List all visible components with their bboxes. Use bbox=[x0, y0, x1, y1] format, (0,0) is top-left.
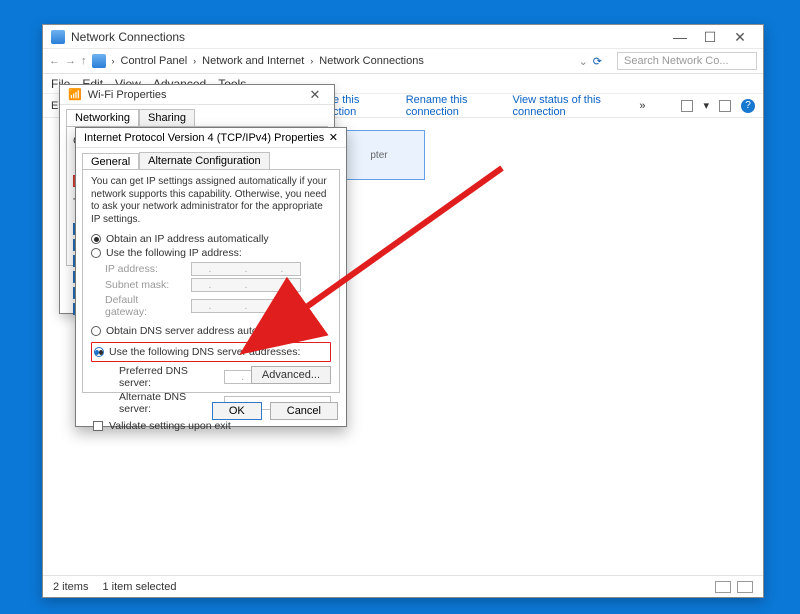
status-item-count: 2 items bbox=[53, 581, 88, 593]
radio-icon bbox=[94, 347, 104, 357]
radio-obtain-ip-auto[interactable]: Obtain an IP address automatically bbox=[91, 232, 331, 246]
dropdown-icon[interactable]: ⌄ bbox=[579, 55, 588, 68]
window-title: Network Connections bbox=[71, 30, 659, 44]
radio-use-ip-manual[interactable]: Use the following IP address: bbox=[91, 246, 331, 260]
cancel-button[interactable]: Cancel bbox=[270, 402, 338, 420]
wifi-tabs: Networking Sharing bbox=[60, 105, 334, 126]
status-bar: 2 items 1 item selected bbox=[43, 575, 763, 597]
search-input[interactable]: Search Network Co... bbox=[617, 52, 757, 70]
subnet-mask-label: Subnet mask: bbox=[105, 279, 183, 291]
checkbox-icon bbox=[93, 421, 103, 431]
ipv4-titlebar[interactable]: Internet Protocol Version 4 (TCP/IPv4) P… bbox=[76, 128, 346, 148]
preferred-dns-label: Preferred DNS server: bbox=[119, 365, 216, 389]
chevron-right-icon: › bbox=[112, 56, 115, 66]
wifi-icon: 📶 bbox=[68, 88, 82, 101]
close-icon[interactable]: ✕ bbox=[304, 87, 326, 103]
maximize-button[interactable]: ☐ bbox=[695, 27, 725, 47]
ipv4-dialog-title: Internet Protocol Version 4 (TCP/IPv4) P… bbox=[84, 132, 329, 144]
tab-sharing[interactable]: Sharing bbox=[139, 109, 195, 126]
radio-use-dns-manual[interactable]: Use the following DNS server addresses: bbox=[94, 345, 328, 359]
chevron-right-icon: › bbox=[193, 56, 196, 66]
default-gateway-input: ... bbox=[191, 299, 301, 313]
ipv4-properties-dialog: Internet Protocol Version 4 (TCP/IPv4) P… bbox=[75, 127, 347, 427]
ip-address-input: ... bbox=[191, 262, 301, 276]
explorer-titlebar[interactable]: Network Connections — ☐ ✕ bbox=[43, 25, 763, 49]
radio-obtain-dns-auto[interactable]: Obtain DNS server address automatically bbox=[91, 324, 331, 338]
radio-icon bbox=[91, 234, 101, 244]
wifi-dialog-title: Wi-Fi Properties bbox=[88, 89, 298, 101]
tab-networking[interactable]: Networking bbox=[66, 109, 139, 126]
radio-icon bbox=[91, 326, 101, 336]
default-gateway-label: Default gateway: bbox=[105, 294, 183, 318]
large-icons-view-icon[interactable] bbox=[737, 581, 753, 593]
dns-manual-highlight: Use the following DNS server addresses: bbox=[91, 342, 331, 362]
subnet-mask-input: ... bbox=[191, 278, 301, 292]
search-placeholder: Search Network Co... bbox=[624, 55, 729, 67]
ipv4-description: You can get IP settings assigned automat… bbox=[91, 176, 331, 226]
breadcrumb-item[interactable]: Control Panel bbox=[121, 55, 188, 67]
breadcrumb-item[interactable]: Network and Internet bbox=[202, 55, 304, 67]
chevron-right-icon: › bbox=[310, 56, 313, 66]
nav-up-icon[interactable]: ↑ bbox=[81, 55, 87, 67]
address-bar-row: ← → ↑ › Control Panel › Network and Inte… bbox=[43, 49, 763, 74]
tab-general[interactable]: General bbox=[82, 153, 139, 170]
close-icon[interactable]: ✕ bbox=[329, 131, 338, 144]
status-selection: 1 item selected bbox=[102, 581, 176, 593]
wifi-titlebar[interactable]: 📶 Wi-Fi Properties ✕ bbox=[60, 85, 334, 105]
refresh-icon[interactable]: ⟳ bbox=[593, 55, 602, 68]
radio-icon bbox=[91, 248, 101, 258]
ip-address-label: IP address: bbox=[105, 263, 183, 275]
details-view-icon[interactable] bbox=[715, 581, 731, 593]
view-status-link[interactable]: View status of this connection bbox=[512, 94, 621, 118]
tab-alternate-configuration[interactable]: Alternate Configuration bbox=[139, 152, 270, 169]
control-panel-icon bbox=[92, 54, 106, 68]
view-options-icon[interactable] bbox=[681, 100, 693, 112]
ok-button[interactable]: OK bbox=[212, 402, 262, 420]
overflow-icon[interactable]: » bbox=[639, 100, 645, 112]
nav-back-icon[interactable]: ← bbox=[49, 55, 60, 67]
help-icon[interactable]: ? bbox=[741, 99, 755, 113]
nav-forward-icon[interactable]: → bbox=[65, 55, 76, 67]
close-button[interactable]: ✕ bbox=[725, 27, 755, 47]
breadcrumb-item[interactable]: Network Connections bbox=[319, 55, 424, 67]
ipv4-tabs: General Alternate Configuration bbox=[76, 148, 346, 169]
preview-pane-icon[interactable] bbox=[719, 100, 731, 112]
network-connections-icon bbox=[51, 30, 65, 44]
advanced-button[interactable]: Advanced... bbox=[251, 366, 331, 384]
ipv4-tab-panel: You can get IP settings assigned automat… bbox=[82, 169, 340, 393]
rename-connection-link[interactable]: Rename this connection bbox=[406, 94, 495, 118]
address-bar[interactable]: › Control Panel › Network and Internet ›… bbox=[92, 54, 574, 68]
minimize-button[interactable]: — bbox=[665, 27, 695, 47]
